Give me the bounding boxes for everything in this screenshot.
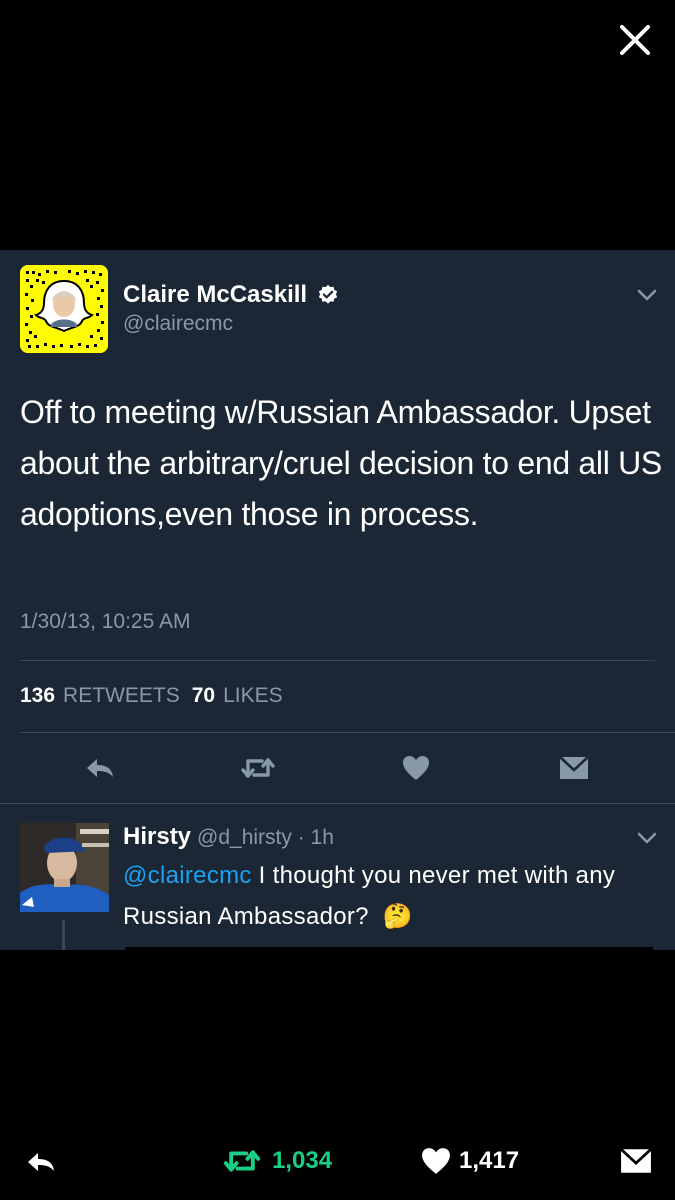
reply-author-name: Hirsty — [123, 823, 192, 850]
verified-badge-icon — [318, 284, 338, 304]
author-name[interactable]: Claire McCaskill — [123, 281, 339, 309]
chevron-down-icon[interactable] — [636, 288, 658, 302]
like-stat[interactable]: 70 LIKES — [192, 684, 283, 708]
reply-avatar-image — [20, 823, 109, 912]
reply-mention-link[interactable]: @clairecmc — [123, 862, 252, 889]
reply-avatar[interactable] — [20, 823, 109, 912]
retweet-label: RETWEETS — [63, 684, 180, 707]
divider — [20, 732, 675, 733]
author-name-text: Claire McCaskill — [123, 281, 308, 308]
retweet-stat[interactable]: 136 RETWEETS — [20, 684, 180, 708]
engagement-stats: 136 RETWEETS 70 LIKES — [20, 684, 283, 708]
snapcode-image — [20, 265, 108, 353]
reply-tweet[interactable]: Hirsty @d_hirsty · 1h @clairecmc I though… — [0, 803, 675, 950]
author-avatar[interactable] — [20, 265, 108, 353]
thread-line — [62, 920, 65, 950]
tweet-timestamp: 1/30/13, 10:25 AM — [20, 610, 191, 633]
envelope-icon[interactable] — [559, 756, 589, 780]
tweet-detail-card: Claire McCaskill @clairecmc Off to meeti… — [0, 250, 675, 950]
divider — [20, 660, 655, 661]
envelope-icon[interactable] — [620, 1148, 652, 1174]
reply-text-block: @clairecmc I thought you never met with … — [123, 855, 643, 937]
bottom-action-bar: 1,034 1,417 — [0, 1130, 675, 1190]
reply-divider — [125, 947, 653, 950]
retweet-count-bottom: 1,034 — [272, 1147, 333, 1174]
like-label: LIKES — [223, 684, 283, 707]
close-icon[interactable] — [617, 22, 653, 58]
like-count: 70 — [191, 684, 216, 707]
tweet-text: Off to meeting w/Russian Ambassador. Ups… — [20, 394, 662, 532]
retweet-icon[interactable] — [240, 756, 276, 780]
heart-icon — [422, 1148, 450, 1174]
reply-icon[interactable] — [24, 1150, 58, 1174]
thinking-face-emoji: 🤔 — [382, 903, 413, 930]
retweet-icon — [223, 1150, 261, 1172]
heart-icon[interactable] — [402, 755, 430, 781]
retweet-count: 136 — [20, 684, 56, 707]
reply-author[interactable]: Hirsty @d_hirsty · 1h — [123, 823, 334, 851]
author-handle[interactable]: @clairecmc — [123, 312, 233, 336]
like-count-bottom: 1,417 — [459, 1147, 520, 1174]
chevron-down-icon[interactable] — [636, 831, 658, 845]
reply-author-handle: @d_hirsty · 1h — [197, 826, 334, 849]
reply-icon[interactable] — [84, 756, 116, 780]
